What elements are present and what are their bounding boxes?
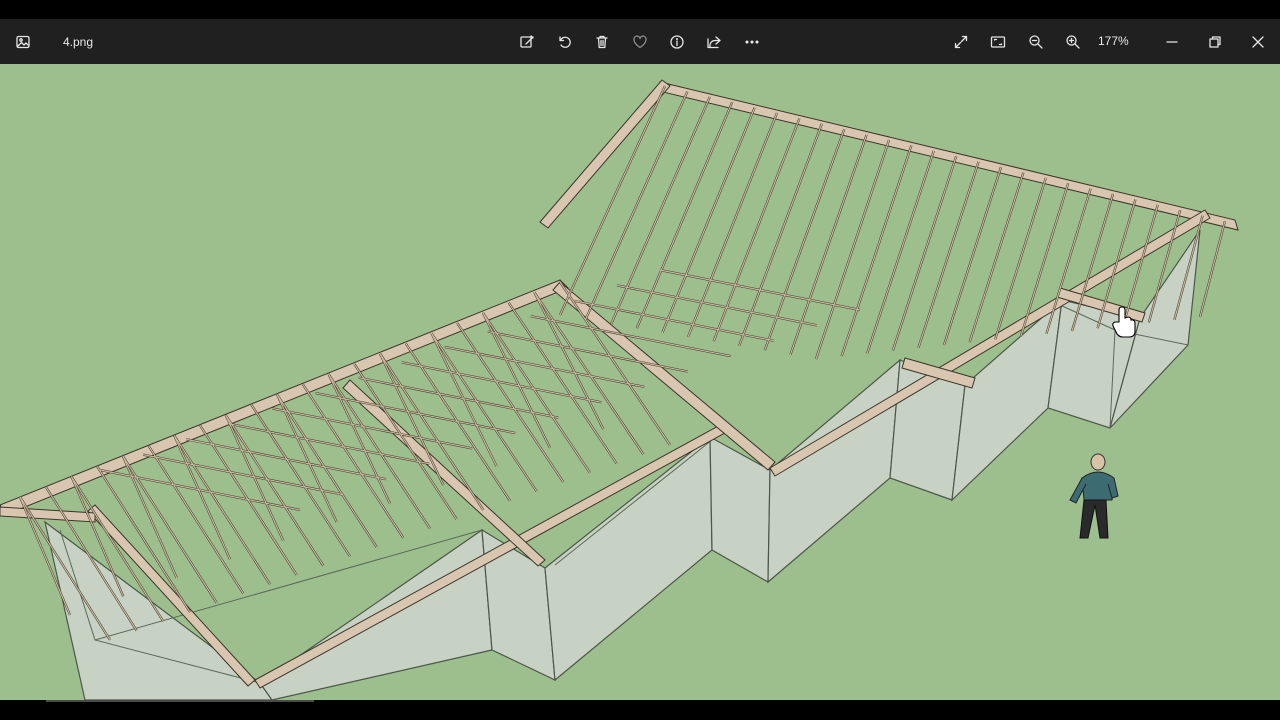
zoom-in-icon[interactable] [1056, 19, 1090, 64]
photo-app-icon[interactable] [0, 19, 46, 64]
info-icon[interactable] [660, 19, 694, 64]
edit-image-icon[interactable] [510, 19, 544, 64]
fit-to-window-icon[interactable] [981, 19, 1015, 64]
screen-top-strip [0, 0, 1280, 19]
share-icon[interactable] [697, 19, 731, 64]
zoom-level[interactable]: 177% [1098, 19, 1129, 64]
bottom-strip [0, 700, 1280, 720]
more-ellipsis-icon[interactable] [735, 19, 769, 64]
horizontal-scrollbar[interactable] [46, 700, 314, 702]
restore-icon[interactable] [1198, 19, 1232, 64]
image-canvas[interactable] [0, 64, 1280, 700]
zoom-out-icon[interactable] [1019, 19, 1053, 64]
trash-icon[interactable] [585, 19, 619, 64]
person-figure [1069, 453, 1119, 539]
minimize-icon[interactable] [1155, 19, 1189, 64]
roof-truss-model-image [0, 79, 1239, 700]
rotate-icon[interactable] [548, 19, 582, 64]
close-icon[interactable] [1241, 19, 1275, 64]
fullscreen-icon[interactable] [944, 19, 978, 64]
file-name: 4.png [63, 34, 94, 49]
heart-icon[interactable] [623, 19, 657, 64]
